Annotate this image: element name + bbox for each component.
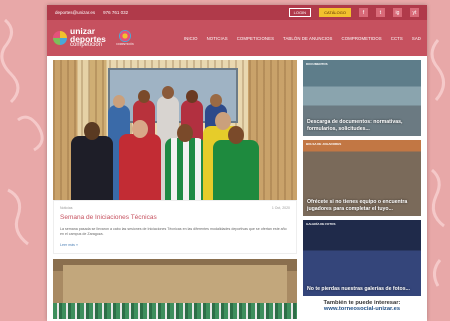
news-excerpt: La semana pasada se llevaron a cabo las …: [60, 227, 287, 237]
email-link[interactable]: deportes@unizar.es: [55, 10, 95, 15]
news-hero-image[interactable]: [53, 60, 297, 200]
logo-line-3: competición: [70, 42, 103, 49]
site-logo[interactable]: unizar deportes competición: [53, 27, 106, 49]
also-interesting: También te puede interesar: www.torneoso…: [303, 300, 421, 312]
players-pool-card[interactable]: BOLSA DE JUGADORES Ofrécete si no tienes…: [303, 140, 421, 216]
documents-caption: Descarga de documentos: normativas, form…: [307, 119, 403, 132]
logo-mark-icon: [53, 31, 67, 45]
news-thumbnail-2[interactable]: [53, 259, 297, 320]
login-button[interactable]: LOGIN: [288, 8, 312, 17]
team-photo: [53, 80, 297, 200]
nav-item-tablon[interactable]: TABLÓN DE ANUNCIOS: [283, 36, 332, 41]
news-category[interactable]: Noticias: [60, 206, 72, 210]
main-column: Noticias 1 Oct, 2020 Semana de Iniciacio…: [53, 60, 297, 320]
main-nav: INICIO NOTICIAS COMPETICIONES TABLÓN DE …: [184, 36, 421, 41]
news-title[interactable]: Semana de Iniciaciones Técnicas: [60, 214, 290, 221]
youtube-icon[interactable]: yt: [410, 8, 419, 17]
facebook-icon[interactable]: f: [359, 8, 368, 17]
nav-item-sad[interactable]: SAD: [412, 36, 421, 41]
nav-item-ccts[interactable]: CCTS: [391, 36, 403, 41]
nav-item-noticias[interactable]: NOTICIAS: [207, 36, 228, 41]
players-pool-tag: BOLSA DE JUGADORES: [306, 142, 342, 146]
nav-item-competiciones[interactable]: COMPETICIONES: [237, 36, 274, 41]
competition-logo-icon: [118, 30, 131, 42]
read-more-link[interactable]: Leer más »: [60, 243, 290, 247]
phone-text: 976 761 032: [103, 10, 129, 15]
competition-logo-text: COMPETICIÓN: [116, 43, 134, 46]
web-page: deportes@unizar.es 976 761 032 LOGIN CAT…: [47, 5, 427, 321]
competition-logo[interactable]: COMPETICIÓN: [114, 27, 136, 49]
nav-item-comprometidos[interactable]: COMPROMETIDOS: [342, 36, 382, 41]
top-bar: deportes@unizar.es 976 761 032 LOGIN CAT…: [47, 5, 427, 20]
twitter-icon[interactable]: t: [376, 8, 385, 17]
photo-gallery-tag: GALERÍA DE FOTOS: [306, 222, 336, 226]
page-content: Noticias 1 Oct, 2020 Semana de Iniciacio…: [47, 56, 427, 321]
players-pool-caption: Ofrécete si no tienes equipo o encuentra…: [307, 199, 408, 212]
news-card: Noticias 1 Oct, 2020 Semana de Iniciacio…: [53, 200, 297, 255]
site-header: unizar deportes competición COMPETICIÓN …: [47, 20, 427, 56]
photo-gallery-card[interactable]: GALERÍA DE FOTOS No te pierdas nuestras …: [303, 220, 421, 296]
documents-card[interactable]: DOCUMENTOS Descarga de documentos: norma…: [303, 60, 421, 136]
news-date: 1 Oct, 2020: [271, 206, 290, 210]
nav-item-inicio[interactable]: INICIO: [184, 36, 198, 41]
catalog-button[interactable]: CATÁLOGO: [319, 8, 351, 17]
documents-tag: DOCUMENTOS: [306, 62, 328, 66]
torneo-social-link[interactable]: www.torneosocial-unizar.es: [303, 306, 421, 312]
instagram-icon[interactable]: ig: [393, 8, 402, 17]
sidebar: DOCUMENTOS Descarga de documentos: norma…: [303, 60, 421, 319]
photo-gallery-caption: No te pierdas nuestras galerías de fotos…: [307, 285, 410, 292]
